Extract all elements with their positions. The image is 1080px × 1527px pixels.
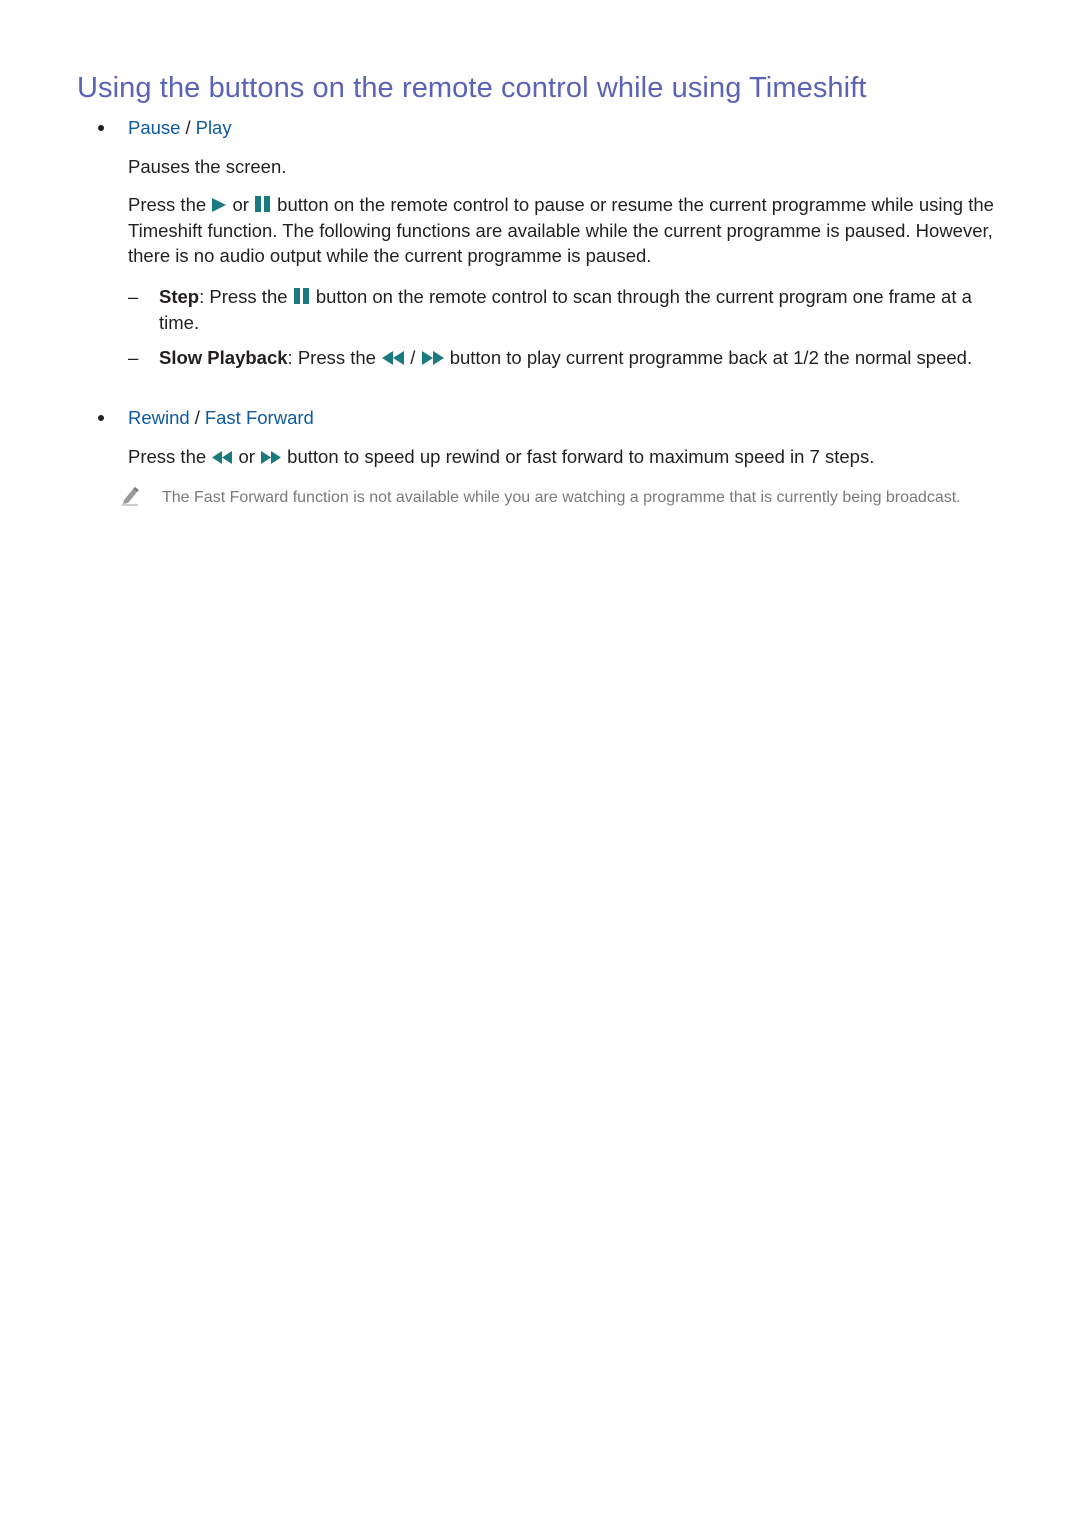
- note: The Fast Forward function is not availab…: [120, 486, 995, 509]
- link-rewind[interactable]: Rewind: [128, 407, 190, 429]
- bullet-rewind-fast-forward: Rewind / Fast Forward: [98, 406, 314, 430]
- pause-icon: [254, 195, 272, 213]
- pencil-note-icon: [120, 486, 140, 513]
- page-title: Using the buttons on the remote control …: [77, 72, 867, 104]
- text: button to speed up rewind or fast forwar…: [287, 446, 875, 467]
- sub-item-text: Step: Press the button on the remote con…: [159, 284, 994, 335]
- dash: –: [128, 347, 139, 368]
- separator: /: [410, 347, 416, 368]
- play-icon: [211, 197, 227, 213]
- sub-item-label: Step: [159, 286, 200, 307]
- link-fast-forward[interactable]: Fast Forward: [205, 407, 314, 429]
- bullet-icon: [98, 125, 104, 131]
- pause-summary: Pauses the screen.: [128, 156, 287, 177]
- separator: /: [185, 117, 191, 138]
- link-pause[interactable]: Pause: [128, 117, 180, 139]
- rewind-icon: [211, 450, 233, 465]
- note-text: The Fast Forward function is not availab…: [162, 489, 961, 506]
- sub-item-slow-playback: – Slow Playback: Press the / button to p…: [128, 345, 994, 371]
- bullet-icon: [98, 415, 104, 421]
- link-play[interactable]: Play: [196, 117, 232, 139]
- manual-page: Using the buttons on the remote control …: [0, 0, 1080, 1527]
- bullet-pause-play: Pause / Play: [98, 116, 232, 140]
- text: Press the: [128, 194, 207, 215]
- sub-item-text: Slow Playback: Press the / button to pla…: [159, 345, 994, 371]
- text: or: [238, 446, 255, 467]
- text: button to play current programme back at…: [449, 347, 973, 368]
- rewind-icon: [381, 350, 405, 366]
- pause-play-description: Press the or button on the remote contro…: [128, 192, 994, 269]
- fast-forward-icon: [421, 350, 445, 366]
- sub-item-label: Slow Playback: [159, 347, 288, 368]
- text: Press the: [297, 347, 376, 368]
- colon: :: [199, 286, 205, 307]
- text: Press the: [209, 286, 288, 307]
- fast-forward-icon: [260, 450, 282, 465]
- rewind-ff-description: Press the or button to speed up rewind o…: [128, 444, 994, 470]
- sub-item-step: – Step: Press the button on the remote c…: [128, 284, 994, 335]
- colon: :: [287, 347, 293, 368]
- separator: /: [194, 407, 200, 428]
- text: or: [232, 194, 249, 215]
- pause-icon: [293, 287, 311, 305]
- dash: –: [128, 286, 139, 307]
- text: Press the: [128, 446, 207, 467]
